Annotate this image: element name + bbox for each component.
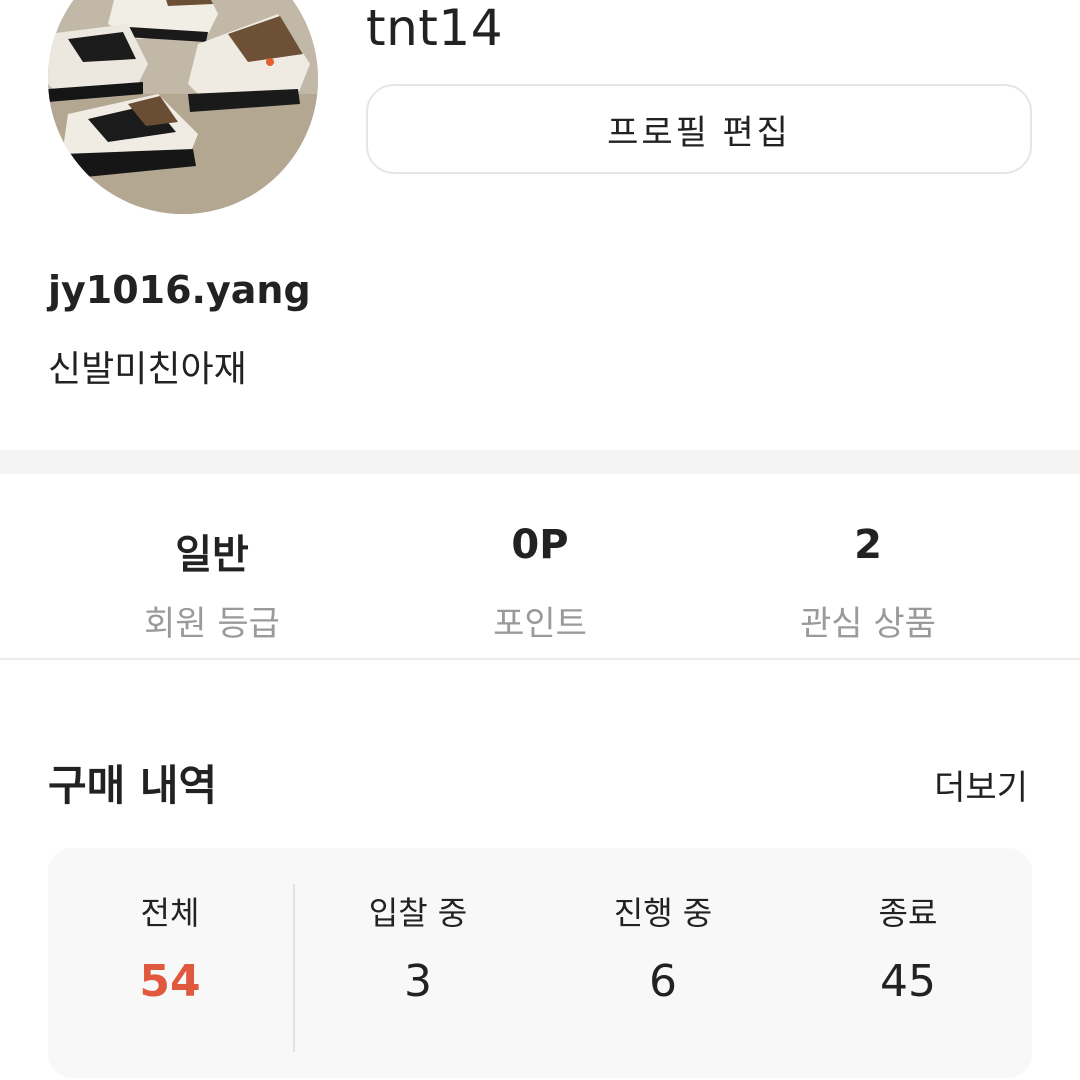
summary-completed[interactable]: 종료 45 bbox=[808, 888, 1008, 1007]
avatar[interactable] bbox=[48, 0, 318, 214]
stats-bar: 일반 회원 등급 0P 포인트 2 관심 상품 bbox=[0, 474, 1080, 660]
summary-all[interactable]: 전체 54 bbox=[70, 888, 270, 1007]
summary-value: 3 bbox=[404, 956, 432, 1007]
summary-value: 6 bbox=[649, 956, 677, 1007]
stat-value: 0P bbox=[511, 522, 569, 568]
stat-label: 관심 상품 bbox=[800, 604, 936, 644]
edit-profile-button[interactable]: 프로필 편집 bbox=[366, 84, 1032, 174]
summary-divider bbox=[293, 884, 295, 1052]
stat-points[interactable]: 0P 포인트 bbox=[440, 522, 640, 645]
summary-value: 45 bbox=[880, 956, 936, 1007]
stat-value: 2 bbox=[854, 522, 882, 568]
purchase-history-title: 구매 내역 bbox=[48, 761, 218, 810]
summary-label: 진행 중 bbox=[613, 894, 713, 932]
summary-label: 종료 bbox=[878, 894, 938, 932]
stat-label: 회원 등급 bbox=[144, 604, 280, 644]
stat-membership-grade[interactable]: 일반 회원 등급 bbox=[112, 522, 312, 645]
stat-label: 포인트 bbox=[493, 604, 587, 644]
stat-wishlist[interactable]: 2 관심 상품 bbox=[768, 522, 968, 645]
avatar-photo-icon bbox=[48, 0, 318, 214]
summary-in-progress[interactable]: 진행 중 6 bbox=[563, 888, 763, 1007]
profile-page: tnt14 프로필 편집 jy1016.yang 신발미친아재 일반 회원 등급… bbox=[0, 0, 1080, 1080]
summary-label: 입찰 중 bbox=[368, 894, 468, 932]
summary-bidding[interactable]: 입찰 중 3 bbox=[318, 888, 518, 1007]
purchase-summary-panel: 전체 54 입찰 중 3 진행 중 6 종료 45 bbox=[48, 848, 1032, 1078]
summary-label: 전체 bbox=[140, 894, 200, 932]
summary-value: 54 bbox=[139, 956, 201, 1007]
nickname: tnt14 bbox=[366, 0, 504, 57]
stat-value: 일반 bbox=[175, 532, 249, 578]
more-link[interactable]: 더보기 bbox=[934, 760, 1028, 809]
user-id: jy1016.yang bbox=[48, 268, 311, 312]
section-divider bbox=[0, 450, 1080, 474]
profile-bio: 신발미친아재 bbox=[48, 349, 247, 390]
